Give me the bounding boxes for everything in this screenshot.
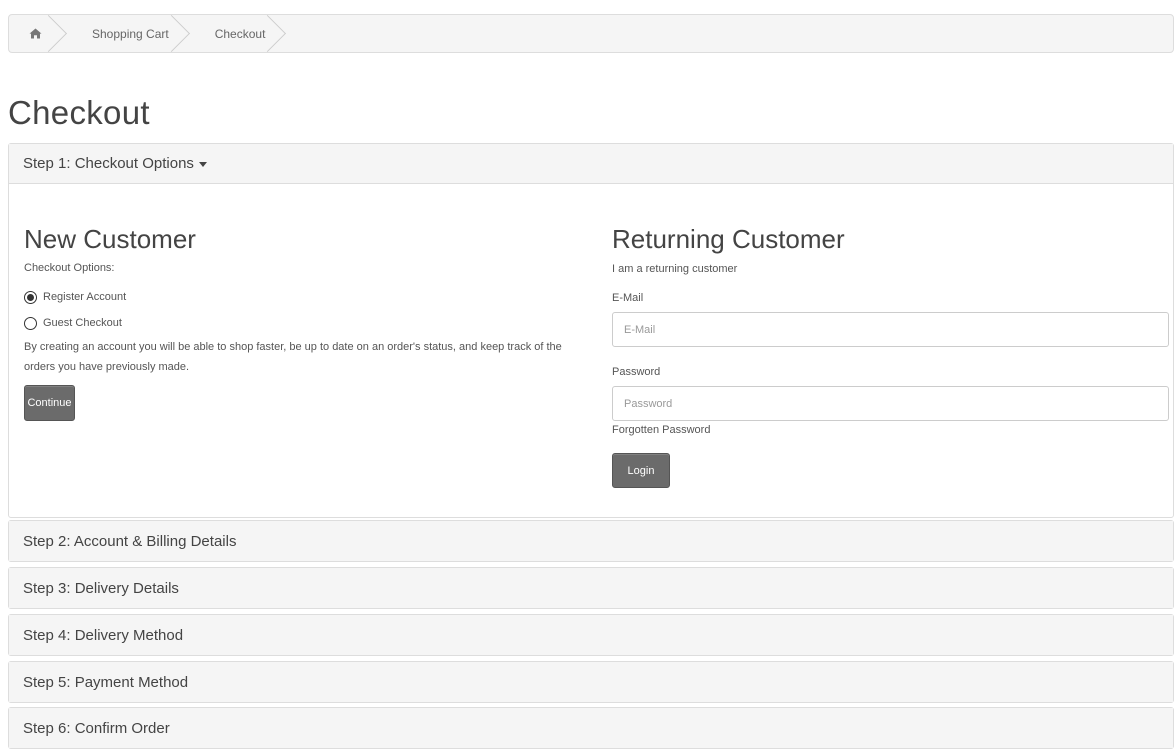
password-field[interactable] bbox=[612, 386, 1169, 421]
step2-heading[interactable]: Step 2: Account & Billing Details bbox=[9, 521, 1173, 561]
step1-heading[interactable]: Step 1: Checkout Options bbox=[9, 144, 1173, 184]
breadcrumb-shopping-cart[interactable]: Shopping Cart bbox=[68, 15, 191, 52]
returning-customer-heading: Returning Customer bbox=[612, 224, 845, 254]
login-button[interactable]: Login bbox=[612, 453, 670, 488]
step3-panel[interactable]: Step 3: Delivery Details bbox=[8, 567, 1174, 609]
guest-checkout-radio[interactable]: Guest Checkout bbox=[24, 315, 584, 331]
continue-button[interactable]: Continue bbox=[24, 385, 75, 421]
step1-title: Step 1: Checkout Options bbox=[23, 155, 194, 172]
breadcrumb: Shopping Cart Checkout bbox=[8, 14, 1174, 53]
step6-heading[interactable]: Step 6: Confirm Order bbox=[9, 708, 1173, 748]
step6-panel[interactable]: Step 6: Confirm Order bbox=[8, 707, 1174, 749]
radio-checked-icon bbox=[24, 290, 37, 304]
checkout-options-label: Checkout Options: bbox=[24, 262, 115, 274]
register-account-radio[interactable]: Register Account bbox=[24, 289, 584, 305]
email-field[interactable] bbox=[612, 312, 1169, 347]
step4-panel[interactable]: Step 4: Delivery Method bbox=[8, 614, 1174, 656]
password-label: Password bbox=[612, 366, 661, 378]
new-customer-heading: New Customer bbox=[24, 224, 196, 254]
radio-unchecked-icon bbox=[24, 316, 37, 330]
email-label: E-Mail bbox=[612, 292, 644, 304]
guest-checkout-label: Guest Checkout bbox=[43, 317, 122, 329]
step5-heading[interactable]: Step 5: Payment Method bbox=[9, 662, 1173, 702]
page-title: Checkout bbox=[8, 94, 150, 131]
returning-customer-subtitle: I am a returning customer bbox=[612, 263, 738, 275]
account-benefits-text: By creating an account you will be able … bbox=[24, 341, 562, 373]
caret-down-icon bbox=[198, 162, 207, 167]
new-customer-section: New Customer Checkout Options: Register … bbox=[24, 224, 584, 421]
step1-panel: Step 1: Checkout Options New Customer Ch… bbox=[8, 143, 1174, 518]
step3-heading[interactable]: Step 3: Delivery Details bbox=[9, 568, 1173, 608]
step2-panel[interactable]: Step 2: Account & Billing Details bbox=[8, 520, 1174, 562]
breadcrumb-home[interactable] bbox=[9, 15, 68, 52]
step5-panel[interactable]: Step 5: Payment Method bbox=[8, 661, 1174, 703]
breadcrumb-checkout[interactable]: Checkout bbox=[191, 15, 288, 52]
register-account-label: Register Account bbox=[43, 291, 127, 303]
forgotten-password-link[interactable]: Forgotten Password bbox=[612, 424, 1174, 436]
step4-heading[interactable]: Step 4: Delivery Method bbox=[9, 615, 1173, 655]
returning-customer-section: Returning Customer I am a returning cust… bbox=[612, 224, 1174, 488]
home-icon bbox=[29, 28, 42, 39]
